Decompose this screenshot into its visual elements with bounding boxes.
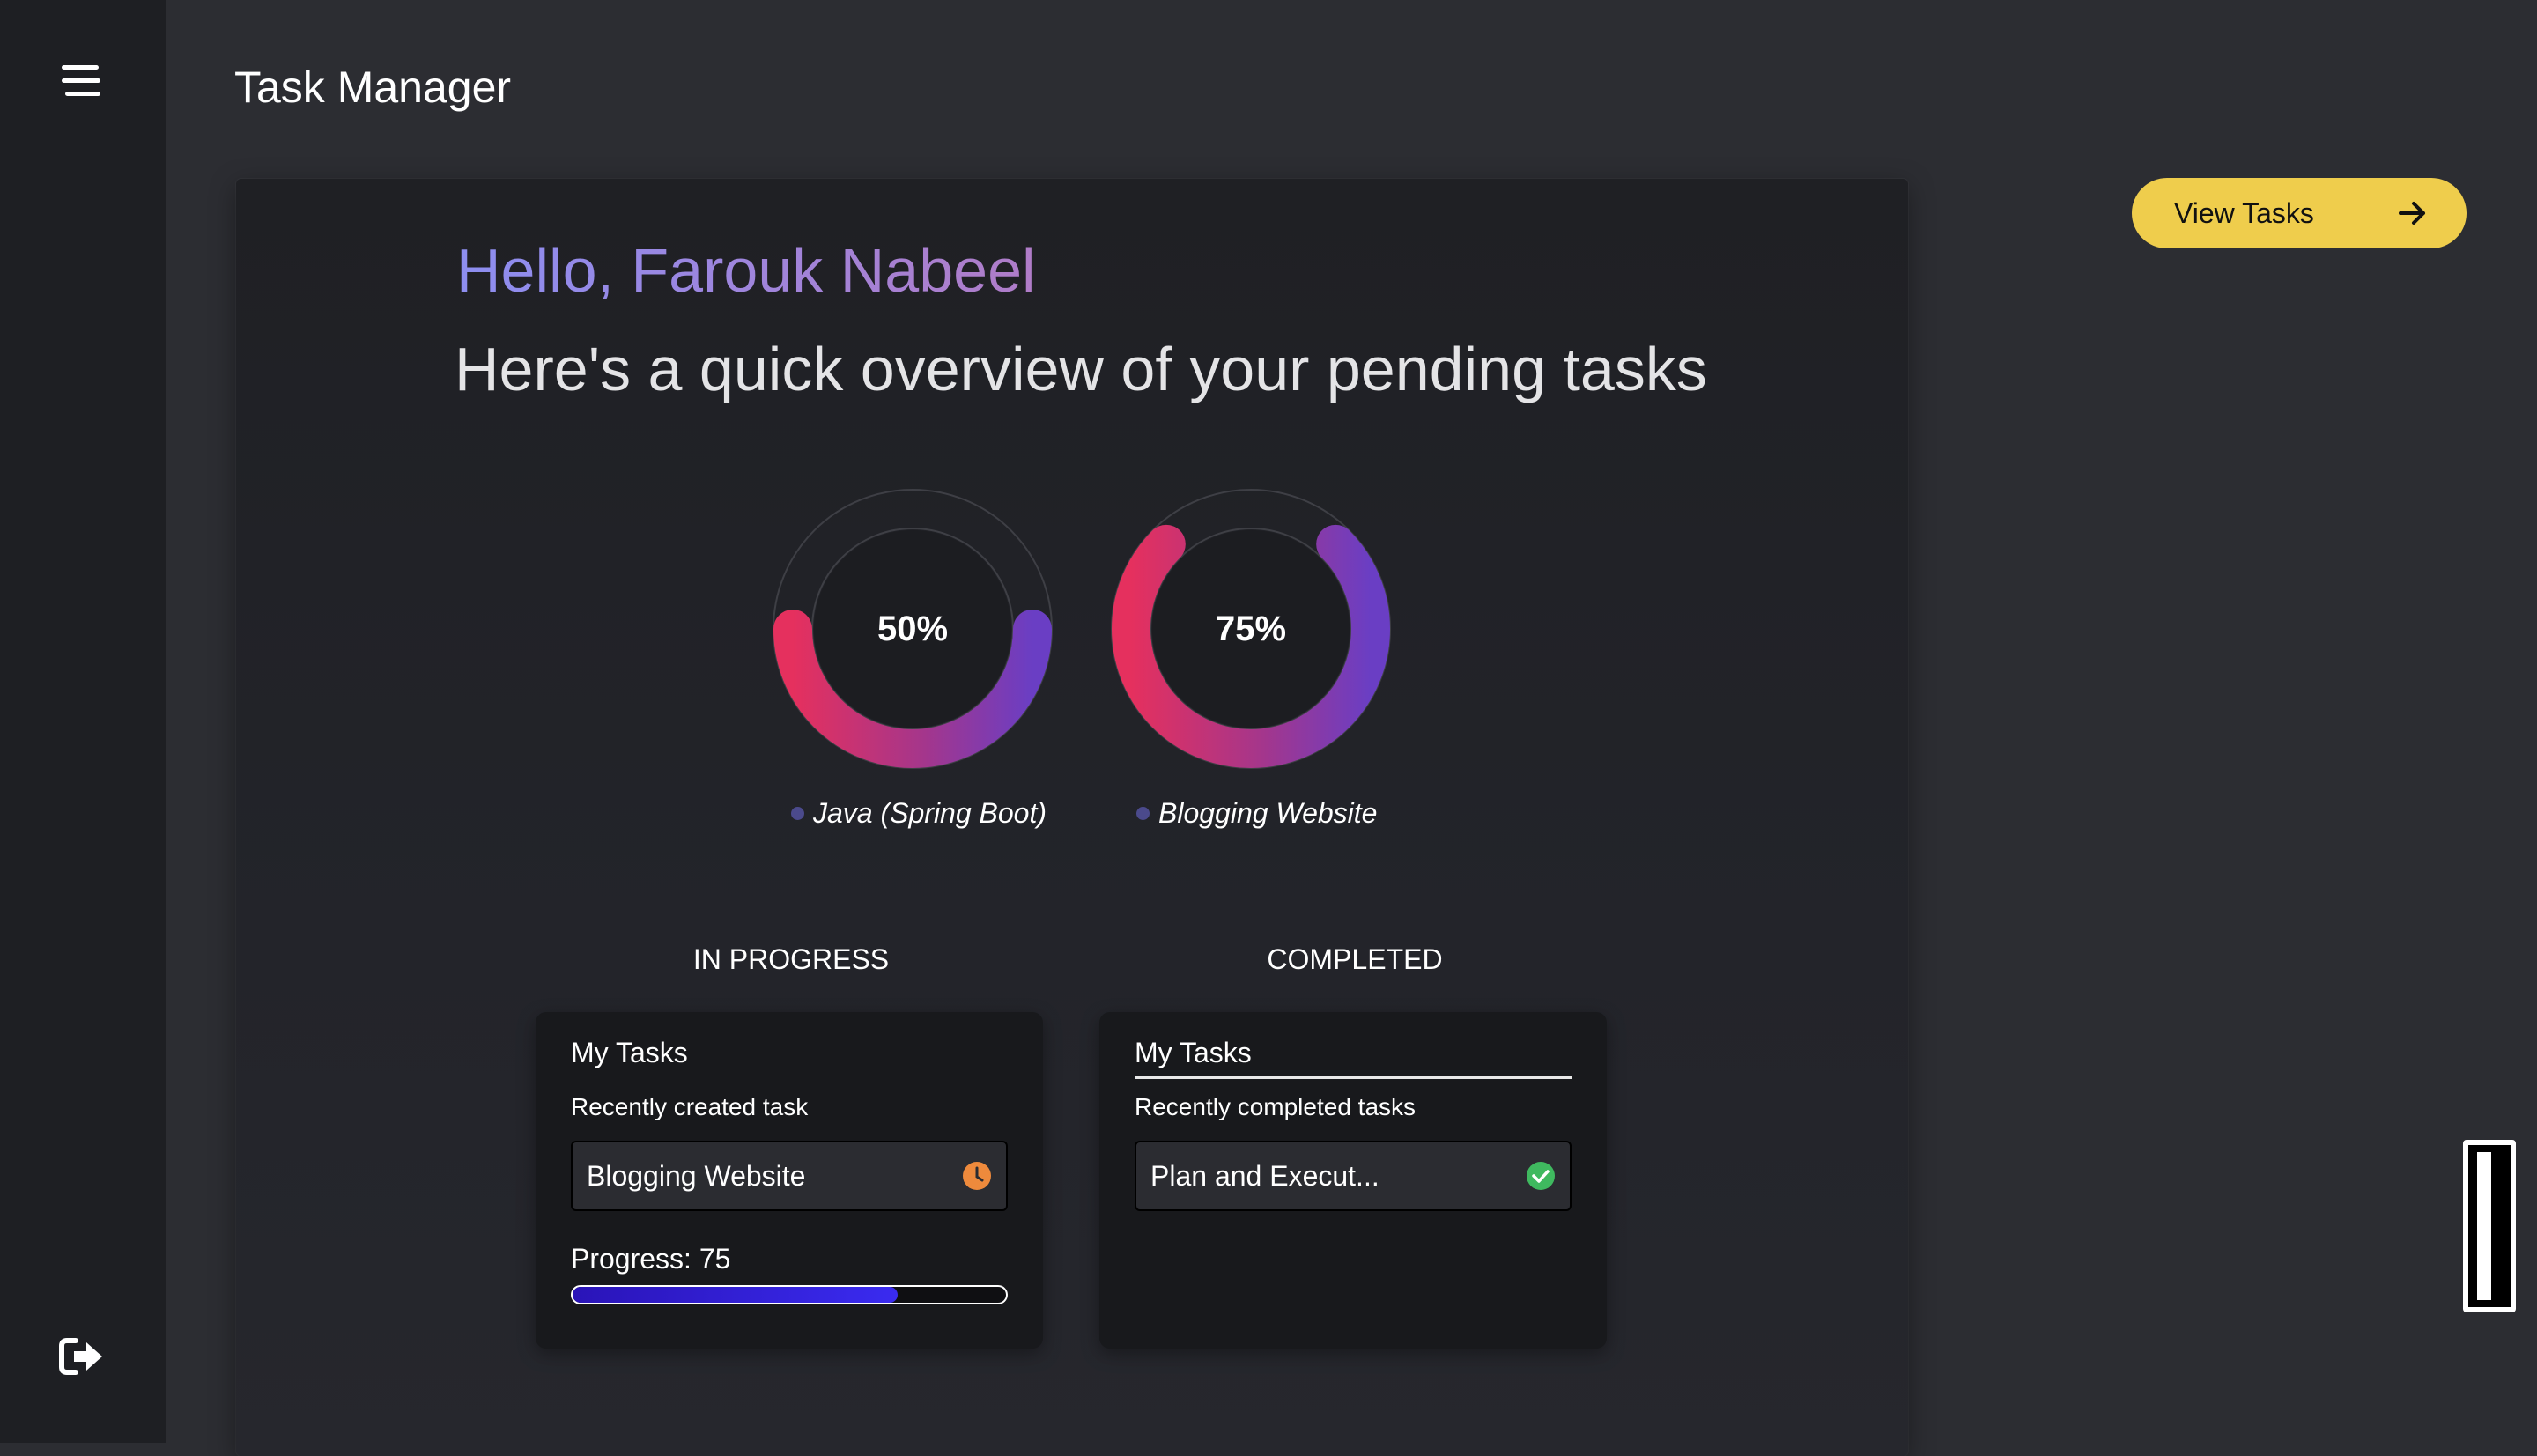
view-tasks-button[interactable]: View Tasks <box>2132 178 2467 248</box>
hamburger-menu-icon[interactable] <box>60 63 102 99</box>
logout-icon[interactable] <box>58 1335 106 1378</box>
card-title: My Tasks <box>571 1037 688 1068</box>
completed-card: My Tasks Recently completed tasks Plan a… <box>1099 1012 1607 1349</box>
scroll-handle-thumb <box>2477 1152 2491 1300</box>
clock-icon <box>963 1162 991 1190</box>
sidebar <box>0 0 166 1443</box>
arrow-right-icon <box>2399 202 2425 225</box>
progress-ring-blogging: 75% <box>1101 479 1401 779</box>
in-progress-card: My Tasks Recently created task Blogging … <box>536 1012 1043 1349</box>
ring-percent-java: 50% <box>876 609 949 648</box>
completed-heading: COMPLETED <box>1267 943 1443 975</box>
check-circle-icon <box>1527 1162 1555 1190</box>
app-title: Task Manager <box>234 63 512 112</box>
overview-panel: Hello, Farouk Nabeel Here's a quick over… <box>236 179 1908 1456</box>
view-tasks-label: View Tasks <box>2174 196 2314 229</box>
task-item-blogging-website[interactable]: Blogging Website <box>571 1141 1008 1211</box>
legend-dot <box>791 807 804 820</box>
legend-java: Java (Spring Boot) <box>791 797 1047 830</box>
task-name: Blogging Website <box>587 1159 806 1192</box>
legend-label-java: Java (Spring Boot) <box>813 797 1047 829</box>
progress-bar-fill <box>573 1287 898 1303</box>
card-subtitle: Recently completed tasks <box>1135 1093 1416 1120</box>
card-title: My Tasks <box>1135 1037 1572 1079</box>
progress-bar <box>571 1285 1008 1304</box>
legend-dot <box>1136 807 1150 820</box>
ring-percent-blogging: 75% <box>1215 609 1287 648</box>
overview-subtitle: Here's a quick overview of your pending … <box>455 335 1707 403</box>
in-progress-heading: IN PROGRESS <box>692 943 890 975</box>
progress-ring-java: 50% <box>763 479 1062 779</box>
task-name: Plan and Execut... <box>1150 1159 1379 1192</box>
greeting: Hello, Farouk Nabeel <box>456 236 1036 305</box>
legend-blogging: Blogging Website <box>1136 797 1377 830</box>
legend-label-blogging: Blogging Website <box>1158 797 1378 829</box>
scroll-handle[interactable] <box>2463 1140 2516 1312</box>
card-subtitle: Recently created task <box>571 1093 809 1120</box>
task-item-plan-and-execute[interactable]: Plan and Execut... <box>1135 1141 1572 1211</box>
progress-label: Progress: 75 <box>571 1243 731 1275</box>
